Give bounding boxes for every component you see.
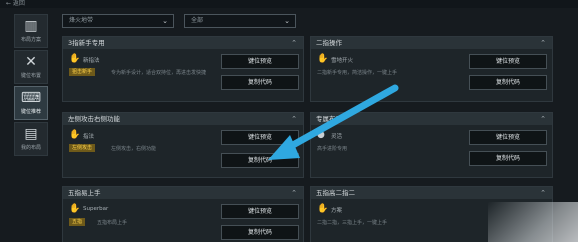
background-haze bbox=[488, 202, 578, 242]
